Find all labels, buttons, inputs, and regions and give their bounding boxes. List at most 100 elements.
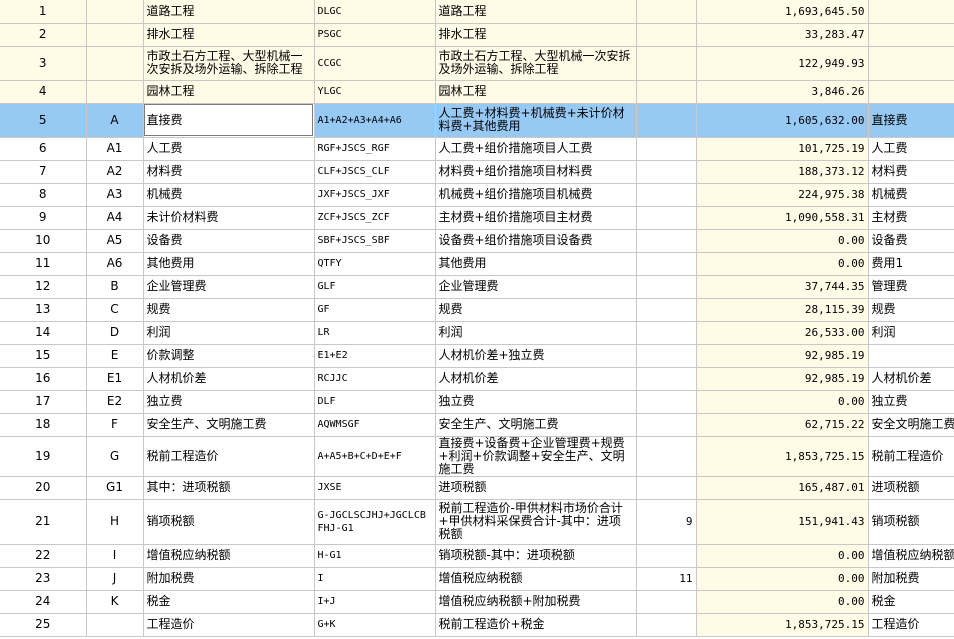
cell-base[interactable]: ZCF+JSCS_ZCF [314, 206, 436, 230]
cell-base[interactable]: I+J [314, 590, 436, 614]
cell-desc[interactable]: 设备费+组价措施项目设备费 [435, 229, 637, 253]
cell-category[interactable] [868, 80, 954, 104]
cell-amount[interactable]: 0.00 [696, 544, 869, 568]
cell-name[interactable]: 安全生产、文明施工费 [143, 413, 315, 437]
cell-base[interactable]: GF [314, 298, 436, 322]
cell-desc[interactable]: 销项税额-其中：进项税额 [435, 544, 637, 568]
cell-base[interactable]: QTFY [314, 252, 436, 276]
cell-rate[interactable] [636, 390, 697, 414]
cell-rate[interactable] [636, 0, 697, 24]
table-row[interactable]: 23 J 附加税费 I 增值税应纳税额 11 0.00 附加税费 [0, 567, 954, 591]
cell-category[interactable]: 主材费 [868, 206, 954, 230]
cell-amount[interactable]: 37,744.35 [696, 275, 869, 299]
cell-no[interactable]: 21 [0, 499, 87, 545]
cell-category[interactable]: 独立费 [868, 390, 954, 414]
cell-code[interactable]: F [86, 413, 144, 437]
cell-base[interactable]: CCGC [314, 46, 436, 81]
cell-desc[interactable]: 增值税应纳税额 [435, 567, 637, 591]
table-row[interactable]: 1 道路工程 DLGC 道路工程 1,693,645.50 [0, 0, 954, 24]
cell-base[interactable]: A1+A2+A3+A4+A6 [314, 103, 436, 138]
cell-no[interactable]: 14 [0, 321, 87, 345]
cell-desc[interactable]: 增值税应纳税额+附加税费 [435, 590, 637, 614]
cell-no[interactable]: 15 [0, 344, 87, 368]
table-row[interactable]: 21 H 销项税额 G-JGCLSCJHJ+JGCLCBFHJ-G1 税前工程造价-甲供… [0, 499, 954, 545]
cell-rate[interactable] [636, 367, 697, 391]
cell-category[interactable]: 工程造价 [868, 613, 954, 637]
cell-base[interactable]: DLGC [314, 0, 436, 24]
cell-base[interactable]: DLF [314, 390, 436, 414]
cell-name[interactable]: 税前工程造价 [143, 436, 315, 477]
cell-desc[interactable]: 机械费+组价措施项目机械费 [435, 183, 637, 207]
cell-rate[interactable] [636, 436, 697, 477]
cell-code[interactable]: I [86, 544, 144, 568]
cell-code[interactable]: H [86, 499, 144, 545]
cell-base[interactable]: LR [314, 321, 436, 345]
cell-no[interactable]: 23 [0, 567, 87, 591]
cell-amount[interactable]: 0.00 [696, 590, 869, 614]
table-row[interactable]: 19 G 税前工程造价 A+A5+B+C+D+E+F 直接费+设备费+企业管理费+规费+… [0, 436, 954, 477]
cell-name[interactable]: 直接费 [143, 103, 315, 138]
cell-desc[interactable]: 企业管理费 [435, 275, 637, 299]
cell-no[interactable]: 4 [0, 80, 87, 104]
cell-code[interactable]: A5 [86, 229, 144, 253]
cell-code[interactable]: A1 [86, 137, 144, 161]
cell-base[interactable]: RCJJC [314, 367, 436, 391]
cell-category[interactable]: 进项税额 [868, 476, 954, 500]
table-row[interactable]: 6 A1 人工费 RGF+JSCS_RGF 人工费+组价措施项目人工费 101,725.1… [0, 137, 954, 161]
cell-name[interactable]: 人材机价差 [143, 367, 315, 391]
cell-amount[interactable]: 92,985.19 [696, 344, 869, 368]
cell-desc[interactable]: 安全生产、文明施工费 [435, 413, 637, 437]
cell-no[interactable]: 10 [0, 229, 87, 253]
cell-amount[interactable]: 28,115.39 [696, 298, 869, 322]
cell-desc[interactable]: 规费 [435, 298, 637, 322]
cell-base[interactable]: H-G1 [314, 544, 436, 568]
cell-name[interactable]: 独立费 [143, 390, 315, 414]
cell-code[interactable] [86, 0, 144, 24]
cell-name[interactable]: 附加税费 [143, 567, 315, 591]
cell-no[interactable]: 22 [0, 544, 87, 568]
table-row[interactable]: 16 E1 人材机价差 RCJJC 人材机价差 92,985.19 人材机价差 [0, 367, 954, 391]
cell-category[interactable] [868, 0, 954, 24]
cell-rate[interactable] [636, 206, 697, 230]
cell-rate[interactable] [636, 80, 697, 104]
cell-no[interactable]: 6 [0, 137, 87, 161]
table-row[interactable]: 8 A3 机械费 JXF+JSCS_JXF 机械费+组价措施项目机械费 224,975.3… [0, 183, 954, 207]
cell-code[interactable]: B [86, 275, 144, 299]
cell-rate[interactable] [636, 298, 697, 322]
cell-name[interactable]: 增值税应纳税额 [143, 544, 315, 568]
cell-name[interactable]: 机械费 [143, 183, 315, 207]
cell-rate[interactable] [636, 321, 697, 345]
cell-rate[interactable] [636, 590, 697, 614]
cell-category[interactable] [868, 23, 954, 47]
cell-base[interactable]: JXF+JSCS_JXF [314, 183, 436, 207]
cell-amount[interactable]: 0.00 [696, 567, 869, 591]
cell-amount[interactable]: 188,373.12 [696, 160, 869, 184]
cell-desc[interactable]: 材料费+组价措施项目材料费 [435, 160, 637, 184]
cell-base[interactable]: G-JGCLSCJHJ+JGCLCBFHJ-G1 [314, 499, 436, 545]
cell-code[interactable]: J [86, 567, 144, 591]
table-row[interactable]: 15 E 价款调整 E1+E2 人材机价差+独立费 92,985.19 [0, 344, 954, 368]
cell-amount[interactable]: 26,533.00 [696, 321, 869, 345]
cell-no[interactable]: 11 [0, 252, 87, 276]
cell-base[interactable]: SBF+JSCS_SBF [314, 229, 436, 253]
table-row[interactable]: 18 F 安全生产、文明施工费 AQWMSGF 安全生产、文明施工费 62,715.22 安… [0, 413, 954, 437]
cell-category[interactable]: 管理费 [868, 275, 954, 299]
cell-category[interactable]: 销项税额 [868, 499, 954, 545]
cell-amount[interactable]: 1,853,725.15 [696, 436, 869, 477]
cell-code[interactable]: A2 [86, 160, 144, 184]
cell-category[interactable]: 费用1 [868, 252, 954, 276]
cell-amount[interactable]: 165,487.01 [696, 476, 869, 500]
cell-rate[interactable]: 11 [636, 567, 697, 591]
table-row[interactable]: 11 A6 其他费用 QTFY 其他费用 0.00 费用1 [0, 252, 954, 276]
cell-rate[interactable] [636, 137, 697, 161]
cell-code[interactable]: A3 [86, 183, 144, 207]
cell-desc[interactable]: 园林工程 [435, 80, 637, 104]
cell-code[interactable]: E [86, 344, 144, 368]
cell-name[interactable]: 排水工程 [143, 23, 315, 47]
cell-desc[interactable]: 排水工程 [435, 23, 637, 47]
cell-amount[interactable]: 151,941.43 [696, 499, 869, 545]
cell-category[interactable]: 增值税应纳税额 [868, 544, 954, 568]
cell-no[interactable]: 18 [0, 413, 87, 437]
cell-category[interactable]: 附加税费 [868, 567, 954, 591]
cell-no[interactable]: 17 [0, 390, 87, 414]
